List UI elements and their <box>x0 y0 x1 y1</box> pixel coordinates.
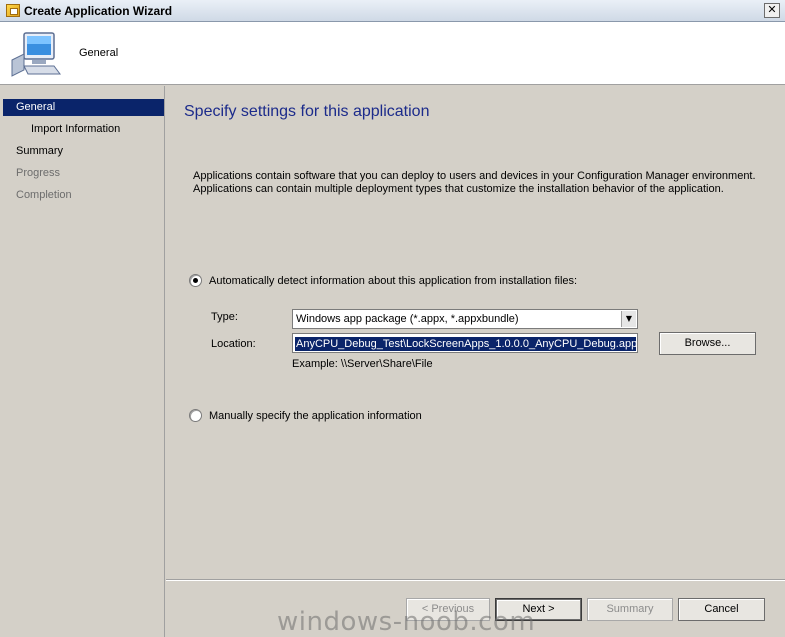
location-example: Example: \\Server\Share\File <box>292 358 433 370</box>
radio-selected-dot <box>193 278 198 283</box>
watermark: windows-noob.com <box>277 607 536 637</box>
computer-icon <box>11 32 61 77</box>
nav-item-progress: Progress <box>16 167 61 179</box>
title-bar: Create Application Wizard ✕ <box>0 0 785 22</box>
auto-detect-radio[interactable] <box>189 274 202 287</box>
cancel-button[interactable]: Cancel <box>678 598 765 621</box>
type-select[interactable]: Windows app package (*.appx, *.appxbundl… <box>292 309 638 329</box>
description-line-2: Applications can contain multiple deploy… <box>193 183 724 195</box>
window-title: Create Application Wizard <box>24 4 173 18</box>
page-title: Specify settings for this application <box>184 103 430 120</box>
auto-detect-label[interactable]: Automatically detect information about t… <box>209 275 577 287</box>
chevron-down-icon[interactable]: ▼ <box>621 311 636 327</box>
manual-label[interactable]: Manually specify the application informa… <box>209 410 422 422</box>
wizard-nav: General Import Information Summary Progr… <box>3 86 165 637</box>
nav-item-general[interactable]: General <box>3 99 164 116</box>
nav-item-completion: Completion <box>16 189 72 201</box>
location-input[interactable]: AnyCPU_Debug_Test\LockScreenApps_1.0.0.0… <box>292 333 638 353</box>
description-line-1: Applications contain software that you c… <box>193 170 756 182</box>
close-button[interactable]: ✕ <box>764 3 780 18</box>
page-description: Applications contain software that you c… <box>193 170 773 196</box>
type-select-value: Windows app package (*.appx, *.appxbundl… <box>296 313 519 325</box>
wizard-content: Specify settings for this application Ap… <box>166 86 785 637</box>
nav-item-import-information[interactable]: Import Information <box>3 121 164 138</box>
nav-item-summary[interactable]: Summary <box>3 143 164 160</box>
footer-divider <box>166 579 785 581</box>
location-input-value: AnyCPU_Debug_Test\LockScreenApps_1.0.0.0… <box>295 337 636 351</box>
manual-radio[interactable] <box>189 409 202 422</box>
browse-button[interactable]: Browse... <box>659 332 756 355</box>
header-title: General <box>79 47 119 59</box>
wizard-header: General <box>0 22 785 85</box>
summary-button[interactable]: Summary <box>587 598 673 621</box>
type-label: Type: <box>211 311 238 323</box>
wizard-app-icon <box>6 4 20 17</box>
location-label: Location: <box>211 338 256 350</box>
